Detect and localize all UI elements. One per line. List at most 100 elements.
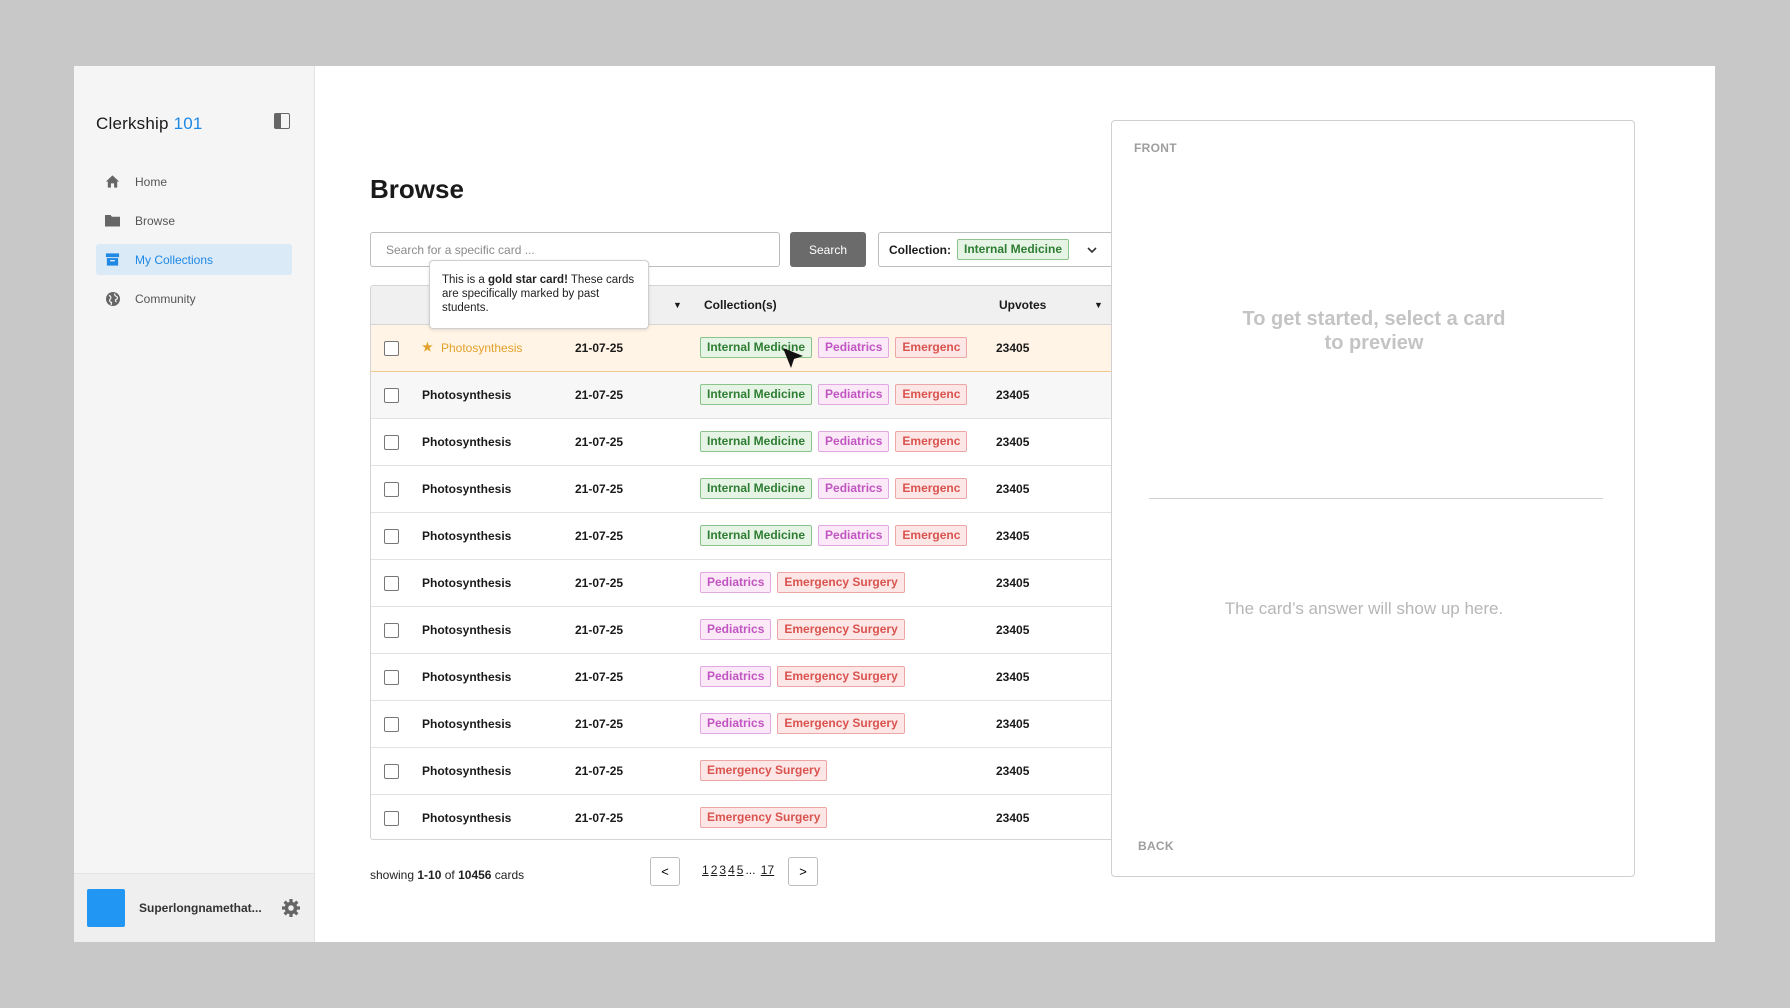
collection-filter-label: Collection: bbox=[889, 242, 951, 257]
card-collections: Emergency Surgery bbox=[700, 807, 970, 828]
card-name[interactable]: Photosynthesis bbox=[441, 341, 522, 355]
card-collections: Pediatrics Emergency Surgery bbox=[700, 666, 970, 687]
card-name[interactable]: Photosynthesis bbox=[422, 623, 511, 637]
sidebar-item-my-collections[interactable]: My Collections bbox=[96, 244, 292, 275]
row-checkbox[interactable] bbox=[384, 576, 399, 591]
page-numbers: 1 2 3 4 5... 17 bbox=[702, 863, 776, 877]
table-row[interactable]: Photosynthesis 21-07-25 Pediatrics Emerge… bbox=[371, 607, 1113, 654]
card-name[interactable]: Photosynthesis bbox=[422, 388, 511, 402]
card-collections: Emergency Surgery bbox=[700, 760, 970, 781]
row-checkbox[interactable] bbox=[384, 435, 399, 450]
card-upvotes: 23405 bbox=[996, 482, 1030, 496]
page-link[interactable]: 17 bbox=[761, 863, 774, 877]
search-button[interactable]: Search bbox=[790, 232, 866, 267]
sort-caret-icon[interactable]: ▼ bbox=[1094, 300, 1103, 310]
table-row[interactable]: Photosynthesis 21-07-25 Pediatrics Emerge… bbox=[371, 560, 1113, 607]
tag-internal-medicine: Internal Medicine bbox=[700, 431, 813, 452]
sidebar-item-browse[interactable]: Browse bbox=[96, 205, 292, 236]
card-divider bbox=[1149, 498, 1603, 499]
collection-icon bbox=[104, 251, 121, 268]
card-name[interactable]: Photosynthesis bbox=[422, 717, 511, 731]
gear-icon[interactable] bbox=[281, 898, 301, 918]
table-row[interactable]: ★ Photosynthesis 21-07-25 Internal Medic… bbox=[371, 325, 1113, 372]
page-title: Browse bbox=[370, 174, 464, 204]
cards-table: ▼ Collection(s) Upvotes ▼ ★ Photosynthes… bbox=[370, 285, 1114, 840]
sort-caret-icon[interactable]: ▼ bbox=[673, 300, 682, 310]
app-window: Clerkship 101 Home Browse My Collections bbox=[74, 66, 1715, 942]
brand-number: 101 bbox=[173, 114, 203, 133]
showing-of: of bbox=[441, 868, 459, 882]
tag-pediatrics: Pediatrics bbox=[818, 478, 890, 499]
tag-emergency-surgery: Emergency Surgery bbox=[777, 572, 905, 593]
table-row[interactable]: Photosynthesis 21-07-25 Internal Medicin… bbox=[371, 513, 1113, 560]
preview-placeholder-line-2: to preview bbox=[1324, 332, 1424, 354]
row-checkbox[interactable] bbox=[384, 529, 399, 544]
sidebar-item-community[interactable]: Community bbox=[96, 283, 292, 314]
card-date: 21-07-25 bbox=[575, 811, 624, 825]
card-collections: Internal Medicine Pediatrics Emergenc bbox=[700, 384, 970, 405]
chevron-down-icon bbox=[1086, 244, 1098, 256]
tag-emergency-surgery: Emergenc bbox=[895, 337, 968, 358]
tooltip-text-bold: gold star card! bbox=[488, 274, 568, 286]
tag-emergency-surgery: Emergency Surgery bbox=[777, 713, 905, 734]
avatar[interactable] bbox=[87, 889, 125, 927]
table-row[interactable]: Photosynthesis 21-07-25 Emergency Surger… bbox=[371, 748, 1113, 795]
card-upvotes: 23405 bbox=[996, 388, 1030, 402]
row-checkbox[interactable] bbox=[384, 388, 399, 403]
card-name[interactable]: Photosynthesis bbox=[422, 811, 511, 825]
row-checkbox[interactable] bbox=[384, 670, 399, 685]
card-upvotes: 23405 bbox=[996, 670, 1030, 684]
card-collections: Pediatrics Emergency Surgery bbox=[700, 713, 970, 734]
card-upvotes: 23405 bbox=[996, 576, 1030, 590]
back-label: BACK bbox=[1138, 839, 1174, 853]
card-upvotes: 23405 bbox=[996, 529, 1030, 543]
home-icon bbox=[104, 173, 121, 190]
sidebar: Clerkship 101 Home Browse My Collections bbox=[74, 66, 315, 942]
card-upvotes: 23405 bbox=[996, 435, 1030, 449]
page-link[interactable]: 3 bbox=[719, 863, 726, 877]
row-checkbox[interactable] bbox=[384, 717, 399, 732]
collapse-sidebar-icon[interactable] bbox=[274, 113, 290, 129]
row-checkbox[interactable] bbox=[384, 482, 399, 497]
card-date: 21-07-25 bbox=[575, 623, 624, 637]
row-checkbox[interactable] bbox=[384, 811, 399, 826]
folder-icon bbox=[104, 212, 121, 229]
card-name[interactable]: Photosynthesis bbox=[422, 482, 511, 496]
brand-logo: Clerkship 101 bbox=[96, 114, 203, 134]
page-link[interactable]: 5 bbox=[737, 863, 744, 877]
page-link[interactable]: 1 bbox=[702, 863, 709, 877]
card-upvotes: 23405 bbox=[996, 717, 1030, 731]
tag-internal-medicine: Internal Medicine bbox=[700, 525, 813, 546]
tag-internal-medicine: Internal Medicine bbox=[700, 384, 813, 405]
page-link[interactable]: 4 bbox=[728, 863, 735, 877]
card-upvotes: 23405 bbox=[996, 764, 1030, 778]
preview-placeholder-line-1: To get started, select a card bbox=[1242, 308, 1506, 330]
page-link[interactable]: 2 bbox=[711, 863, 718, 877]
card-upvotes: 23405 bbox=[996, 341, 1030, 355]
card-name[interactable]: Photosynthesis bbox=[422, 435, 511, 449]
column-header-upvotes[interactable]: Upvotes bbox=[999, 298, 1046, 312]
table-row[interactable]: Photosynthesis 21-07-25 Pediatrics Emerge… bbox=[371, 654, 1113, 701]
tag-pediatrics: Pediatrics bbox=[700, 619, 772, 640]
row-checkbox[interactable] bbox=[384, 764, 399, 779]
card-name[interactable]: Photosynthesis bbox=[422, 529, 511, 543]
card-name[interactable]: Photosynthesis bbox=[422, 670, 511, 684]
next-page-button[interactable]: > bbox=[788, 857, 818, 886]
sidebar-item-home[interactable]: Home bbox=[96, 166, 292, 197]
table-row[interactable]: Photosynthesis 21-07-25 Emergency Surger… bbox=[371, 795, 1113, 839]
showing-prefix: showing bbox=[370, 868, 418, 882]
sidebar-item-label: Browse bbox=[135, 213, 176, 228]
tag-pediatrics: Pediatrics bbox=[700, 713, 772, 734]
card-date: 21-07-25 bbox=[575, 717, 624, 731]
card-name[interactable]: Photosynthesis bbox=[422, 576, 511, 590]
table-row[interactable]: Photosynthesis 21-07-25 Internal Medicin… bbox=[371, 466, 1113, 513]
table-row[interactable]: Photosynthesis 21-07-25 Pediatrics Emerge… bbox=[371, 701, 1113, 748]
row-checkbox[interactable] bbox=[384, 623, 399, 638]
prev-page-button[interactable]: < bbox=[650, 857, 680, 886]
row-checkbox[interactable] bbox=[384, 341, 399, 356]
table-row[interactable]: Photosynthesis 21-07-25 Internal Medicin… bbox=[371, 419, 1113, 466]
card-name[interactable]: Photosynthesis bbox=[422, 764, 511, 778]
tag-emergency-surgery: Emergenc bbox=[895, 384, 968, 405]
table-row[interactable]: Photosynthesis 21-07-25 Internal Medicin… bbox=[371, 372, 1113, 419]
collection-filter-dropdown[interactable]: Collection: Internal Medicine bbox=[878, 232, 1113, 267]
